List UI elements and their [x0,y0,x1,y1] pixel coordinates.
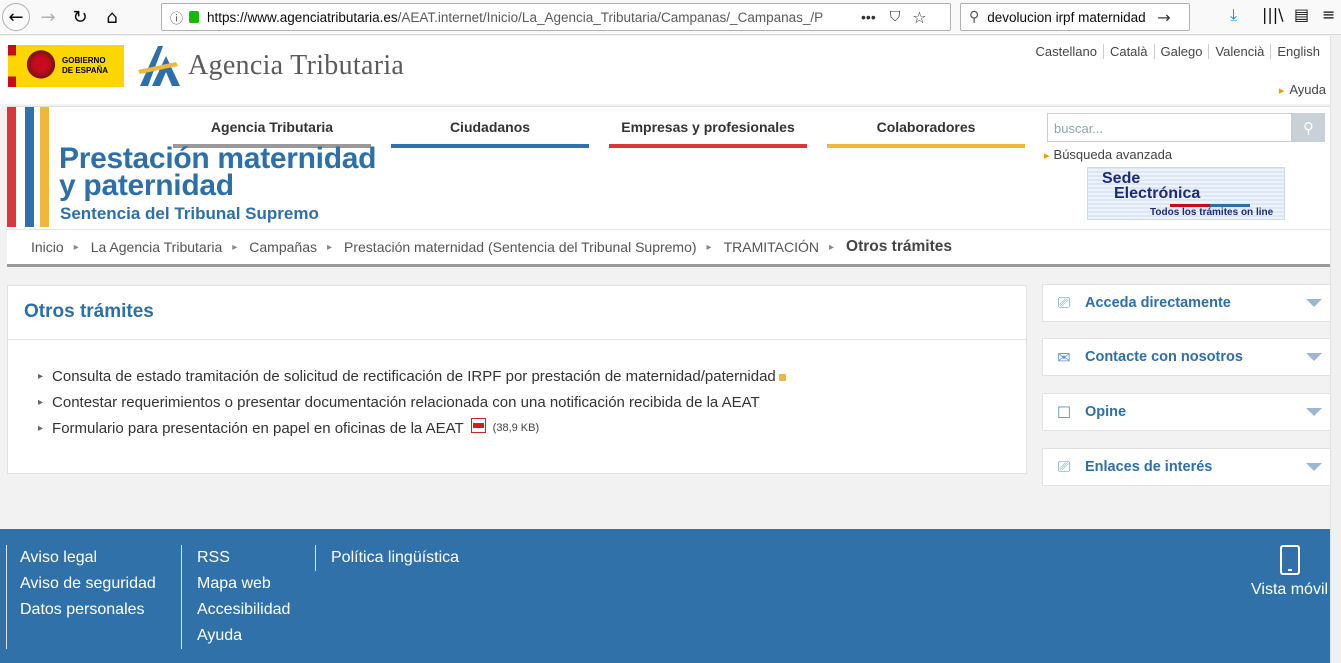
search-icon: ⚲ [969,9,980,25]
advanced-search-link[interactable]: Búsqueda avanzada [1044,147,1173,162]
lock-icon [778,374,786,381]
site-search-button[interactable]: ⚲ [1292,113,1325,142]
chevron-right-icon: ▸ [38,422,44,434]
lock-icon [189,11,200,23]
sidebar-toggle-icon[interactable]: ▤ [1294,5,1309,24]
coat-of-arms-icon [26,50,56,82]
footer-link[interactable]: Mapa web [197,571,290,597]
url-text: https://www.agenciatributaria.es/AEAT.in… [207,9,824,25]
url-bar[interactable]: ⓘ https://www.agenciatributaria.es/AEAT.… [161,3,951,31]
site-footer: Aviso legal Aviso de seguridad Datos per… [0,529,1330,663]
breadcrumb-item[interactable]: Campañas ▸ [249,239,344,255]
laptop-icon: ⎚ [1057,293,1071,312]
section-banner: Agencia Tributaria Ciudadanos Empresas y… [7,106,1330,267]
footer-column-1: Aviso legal Aviso de seguridad Datos per… [20,545,156,623]
search-query-text: devolucion irpf maternidad [987,9,1146,25]
agency-name[interactable]: Agencia Tributaria [188,50,404,82]
breadcrumb-current: Otros trámites [846,238,952,255]
chevron-right-icon: ▸ [38,396,44,408]
aeat-logo-icon[interactable] [136,44,182,88]
speech-bubble-icon: ☐ [1056,402,1072,422]
otros-tramites-panel: Otros trámites ▸ Consulta de estado tram… [7,285,1027,474]
gobierno-text: GOBIERNO DE ESPAÑA [62,56,109,75]
chevron-right-icon: ▸ [828,241,835,253]
lang-valencia[interactable]: Valencià [1208,44,1270,59]
chevron-right-icon: ▸ [38,370,44,382]
color-stripes [7,107,49,227]
download-icon[interactable]: ⤓ [1230,5,1237,25]
web-page: GOBIERNO DE ESPAÑA Agencia Tributaria Ca… [0,36,1331,663]
breadcrumb: Inicio ▸ La Agencia Tributaria ▸ Campañas ▸… [7,229,1330,267]
lang-galego[interactable]: Galego [1153,44,1209,59]
site-search-input[interactable]: buscar... [1047,113,1292,142]
footer-link[interactable]: RSS [197,545,290,571]
banner-subtitle: Sentencia del Tribunal Supremo [60,204,319,223]
chevron-down-icon [1306,353,1322,361]
help-link[interactable]: Ayuda [1279,82,1326,97]
footer-link[interactable]: Accesibilidad [197,597,290,623]
list-item[interactable]: ▸ Consulta de estado tramitación de soli… [38,363,786,389]
lang-castellano[interactable]: Castellano [1030,44,1103,59]
sidebar-contacte[interactable]: ✉ Contacte con nosotros [1042,338,1331,376]
menu-ciudadanos[interactable]: Ciudadanos [391,119,589,148]
chevron-down-icon [1306,463,1322,471]
footer-column-3: Política lingüística [331,545,459,571]
pdf-icon[interactable] [470,417,486,433]
menu-empresas[interactable]: Empresas y profesionales [609,119,807,148]
envelope-icon: ✉ [1057,347,1071,367]
breadcrumb-item[interactable]: Prestación maternidad (Sentencia del Tri… [344,239,724,255]
chevron-right-icon: ▸ [326,241,333,253]
mobile-phone-icon[interactable] [1280,545,1300,575]
breadcrumb-item[interactable]: Inicio ▸ [31,239,91,255]
sidebar-enlaces[interactable]: ⎚ Enlaces de interés [1042,448,1331,486]
reload-button[interactable]: ↻ [66,3,94,31]
back-button[interactable]: ← [2,3,30,31]
menu-icon[interactable]: ≡ [1322,5,1335,24]
info-icon[interactable]: ⓘ [170,8,183,27]
bookmark-star-icon[interactable]: ☆ [912,8,926,27]
chevron-down-icon [1306,299,1322,307]
language-selector: Castellano Català Galego Valencià Englis… [1030,44,1326,59]
footer-link[interactable]: Aviso legal [20,545,156,571]
search-icon: ⚲ [1303,118,1314,137]
list-item[interactable]: ▸ Contestar requerimientos o presentar d… [38,389,786,415]
tramites-list: ▸ Consulta de estado tramitación de soli… [38,363,786,441]
lang-catala[interactable]: Català [1102,44,1154,59]
library-icon[interactable]: |||\ [1262,5,1284,24]
gobierno-logo[interactable]: GOBIERNO DE ESPAÑA [8,45,124,87]
footer-link[interactable]: Aviso de seguridad [20,571,156,597]
lang-english[interactable]: English [1270,44,1326,59]
breadcrumb-item[interactable]: La Agencia Tributaria ▸ [91,239,250,255]
menu-colaboradores[interactable]: Colaboradores [827,119,1025,148]
forward-button[interactable]: → [34,3,62,31]
chevron-right-icon: ▸ [232,241,238,253]
chevron-down-icon [1306,408,1322,416]
footer-link[interactable]: Política lingüística [331,545,459,571]
footer-link[interactable]: Datos personales [20,597,156,623]
list-item[interactable]: ▸ Formulario para presentación en papel … [38,415,786,441]
link-icon: ⎚ [1057,457,1071,476]
more-actions-icon[interactable]: ••• [861,9,876,25]
footer-link[interactable]: Ayuda [197,623,290,649]
home-button[interactable]: ⌂ [98,3,126,31]
sidebar-opine[interactable]: ☐ Opine [1042,393,1331,431]
footer-column-2: RSS Mapa web Accesibilidad Ayuda [197,545,290,649]
page-title: Otros trámites [24,301,154,322]
scrollbar[interactable] [1330,36,1341,663]
chevron-right-icon: ▸ [73,241,79,253]
search-go-icon[interactable]: → [1157,8,1170,27]
chevron-right-icon: ▸ [706,241,712,253]
pocket-icon[interactable]: ⛉ [890,9,901,25]
mobile-view-link[interactable]: Vista móvil [1251,581,1328,599]
sidebar-acceda-directamente[interactable]: ⎚ Acceda directamente [1042,284,1331,322]
sede-electronica-banner[interactable]: Sede Electrónica Todos los trámites on l… [1087,167,1285,220]
flag-icon [8,45,16,87]
file-size: (38,9 KB) [492,422,540,434]
browser-search-bar[interactable]: ⚲ devolucion irpf maternidad → [960,3,1190,31]
browser-toolbar: ← → ↻ ⌂ ⓘ https://www.agenciatributaria.… [0,0,1341,35]
breadcrumb-item[interactable]: TRAMITACIÓN ▸ [724,239,846,255]
site-header: GOBIERNO DE ESPAÑA Agencia Tributaria Ca… [0,36,1330,104]
banner-title: Prestación maternidad y paternidad [59,142,377,202]
